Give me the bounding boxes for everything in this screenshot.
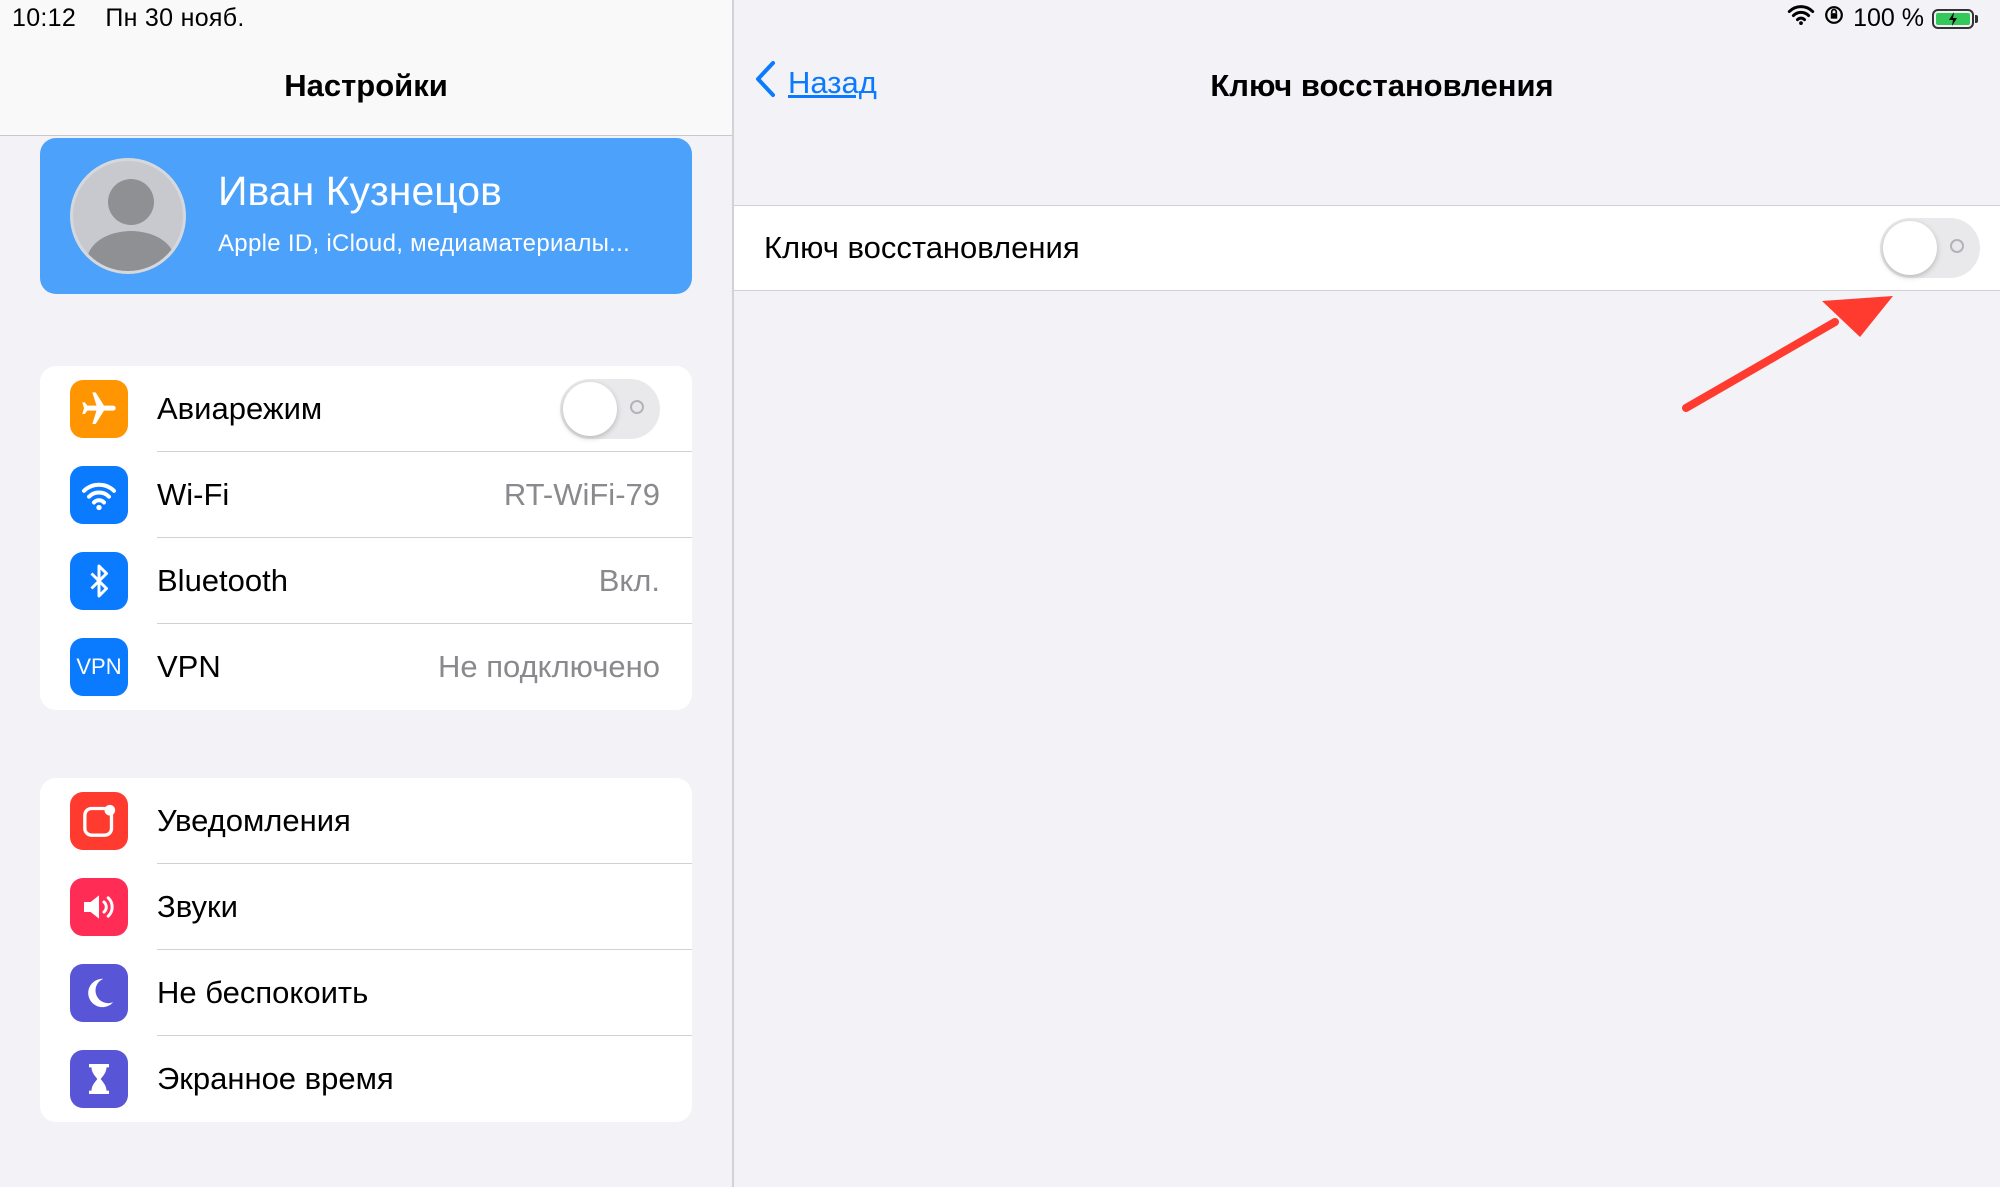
profile-subtitle: Apple ID, iCloud, медиаматериалы... xyxy=(218,230,631,257)
sidebar-item-notifications[interactable]: Уведомления xyxy=(40,778,692,864)
hourglass-icon xyxy=(70,1050,128,1108)
sidebar-title: Настройки xyxy=(284,68,448,103)
sidebar-item-do-not-disturb[interactable]: Не беспокоить xyxy=(40,950,692,1036)
profile-name: Иван Кузнецов xyxy=(218,168,502,214)
status-date: Пн 30 нояб. xyxy=(105,4,245,32)
status-bar-right: 100 % xyxy=(1787,4,1978,33)
notifications-icon xyxy=(70,792,128,850)
settings-sidebar: Настройки 10:12 Пн 30 нояб. Иван Кузнецо… xyxy=(0,0,732,1187)
sidebar-item-sounds[interactable]: Звуки xyxy=(40,864,692,950)
screen-time-label: Экранное время xyxy=(157,1061,394,1096)
vpn-label: VPN xyxy=(157,649,221,684)
wifi-icon xyxy=(70,466,128,524)
airplane-label: Авиарежим xyxy=(157,391,323,426)
sidebar-item-bluetooth[interactable]: Bluetooth Вкл. xyxy=(40,538,692,624)
do-not-disturb-label: Не беспокоить xyxy=(157,975,369,1010)
vpn-icon: VPN xyxy=(70,638,128,696)
sidebar-item-wifi[interactable]: Wi-Fi RT-WiFi-79 xyxy=(40,452,692,538)
wifi-status-icon xyxy=(1787,4,1815,33)
vpn-value: Не подключено xyxy=(438,649,660,684)
recovery-key-row: Ключ восстановления xyxy=(734,205,2000,291)
status-bar-left: 10:12 Пн 30 нояб. xyxy=(12,4,245,33)
status-time: 10:12 xyxy=(12,4,77,32)
apple-id-profile-cell[interactable]: Иван Кузнецов Apple ID, iCloud, медиамат… xyxy=(40,138,692,294)
recovery-key-toggle[interactable] xyxy=(1880,218,1980,278)
sidebar-item-vpn[interactable]: VPN VPN Не подключено xyxy=(40,624,692,710)
bluetooth-value: Вкл. xyxy=(598,563,660,598)
page-title: Ключ восстановления xyxy=(1210,68,1554,103)
sounds-icon xyxy=(70,878,128,936)
avatar xyxy=(70,158,186,274)
connectivity-group: Авиарежим Wi-Fi RT-WiFi-79 Bluetooth Вкл… xyxy=(40,366,692,710)
battery-charging-icon xyxy=(1932,8,1978,29)
battery-percent: 100 % xyxy=(1853,4,1924,32)
bluetooth-label: Bluetooth xyxy=(157,563,288,598)
notifications-label: Уведомления xyxy=(157,803,351,838)
notifications-group: Уведомления Звуки Не беспокоить Экранное… xyxy=(40,778,692,1122)
wifi-label: Wi-Fi xyxy=(157,477,230,512)
sounds-label: Звуки xyxy=(157,889,238,924)
sidebar-item-airplane[interactable]: Авиарежим xyxy=(40,366,692,452)
wifi-value: RT-WiFi-79 xyxy=(503,477,660,512)
detail-pane: Назад Ключ восстановления 100 % Ключ вос… xyxy=(734,0,2000,1187)
moon-icon xyxy=(70,964,128,1022)
sidebar-item-screen-time[interactable]: Экранное время xyxy=(40,1036,692,1122)
airplane-icon xyxy=(70,380,128,438)
rotation-lock-icon xyxy=(1823,4,1845,33)
bluetooth-icon xyxy=(70,552,128,610)
recovery-key-label: Ключ восстановления xyxy=(764,230,1080,265)
airplane-toggle[interactable] xyxy=(560,379,660,439)
